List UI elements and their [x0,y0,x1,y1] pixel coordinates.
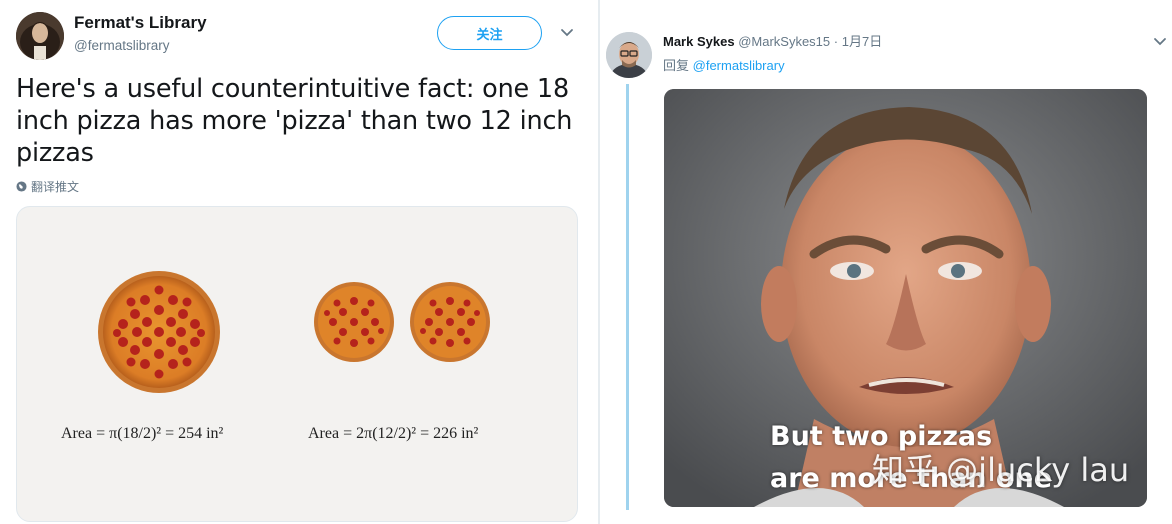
formula-one-pizza: Area = π(18/2)² = 254 in² [61,425,224,442]
chevron-down-icon[interactable] [559,27,575,39]
reply-header: Mark Sykes @MarkSykes15 · 1月7日 [663,31,882,50]
reply-prefix: 回复 [663,58,690,73]
avatar[interactable] [606,32,652,78]
avatar[interactable] [16,12,64,60]
translate-link[interactable]: 翻译推文 [16,178,79,195]
author-name[interactable]: Mark Sykes [663,34,735,49]
tweet-text: Here's a useful counterintuitive fact: o… [16,74,573,168]
reply-to-link[interactable]: @fermatslibrary [693,58,785,73]
large-pizza-image [98,271,220,393]
author-name[interactable]: Fermat's Library [74,13,207,33]
author-handle[interactable]: @MarkSykes15 [738,34,830,49]
reply-context: 回复 @fermatslibrary [663,55,785,74]
tweet-date[interactable]: 1月7日 [842,34,882,49]
chevron-down-icon[interactable] [1152,36,1168,48]
translate-label: 翻译推文 [31,180,80,194]
follow-button[interactable]: 关注 [437,16,542,50]
tweet-mark-sykes-reply: Mark Sykes @MarkSykes15 · 1月7日 回复 @ferma… [600,0,1172,524]
tweet-fermats-library: Fermat's Library @fermatslibrary 关注 Here… [0,0,598,524]
small-pizza-image [314,282,394,362]
meme-image[interactable]: But two pizzas are more than one 知乎 @jlu… [664,89,1147,507]
meta-separator: · [833,34,839,49]
globe-icon [16,181,27,192]
small-pizza-image [410,282,490,362]
watermark: 知乎 @jlucky lau [872,451,1130,489]
formula-two-pizzas: Area = 2π(12/2)² = 226 in² [308,425,479,442]
author-handle[interactable]: @fermatslibrary [74,38,169,53]
avatar-person-icon [606,32,652,78]
avatar-portrait-icon [16,12,64,60]
tweet-media-card[interactable]: Area = π(18/2)² = 254 in² Area = 2π(12/2… [16,206,578,522]
reply-thread-line [626,84,629,510]
